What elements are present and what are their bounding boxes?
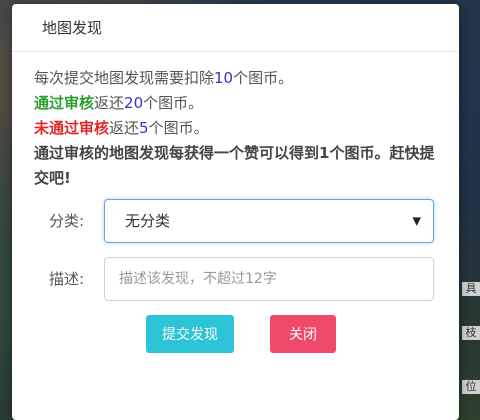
submit-discovery-button[interactable]: 提交发现 <box>146 315 234 353</box>
close-button[interactable]: 关闭 <box>270 315 336 353</box>
dialog-body: 每次提交地图发现需要扣除10个图币。 通过审核返还20个图币。 未通过审核返还5… <box>12 52 459 301</box>
description-label: 描述: <box>48 269 84 288</box>
map-side-tag: 位 <box>462 380 480 394</box>
dialog-header: 地图发现 <box>12 4 459 52</box>
rejected-info-line: 未通过审核返还5个图币。 <box>34 116 439 141</box>
category-select[interactable]: 无分类 ▼ <box>104 199 434 243</box>
map-side-tag: 枝 <box>462 326 480 340</box>
cost-text-prefix: 每次提交地图发现需要扣除 <box>34 69 215 87</box>
rejected-text-suffix: 个图币。 <box>148 119 209 137</box>
approved-info-line: 通过审核返还20个图币。 <box>34 91 439 116</box>
rejected-amount: 5 <box>139 119 149 137</box>
cost-info-line: 每次提交地图发现需要扣除10个图币。 <box>34 66 439 91</box>
category-label: 分类: <box>48 211 84 230</box>
reward-note: 通过审核的地图发现每获得一个赞可以得到1个图币。赶快提交吧! <box>34 144 435 187</box>
cost-amount: 10 <box>214 69 234 87</box>
map-discovery-dialog: 地图发现 每次提交地图发现需要扣除10个图币。 通过审核返还20个图币。 未通过… <box>12 4 459 420</box>
approved-text-mid: 返还 <box>94 94 125 112</box>
rejected-label: 未通过审核 <box>34 119 110 137</box>
cost-text-suffix: 个图币。 <box>233 69 294 87</box>
rejected-text-mid: 返还 <box>109 119 140 137</box>
caret-down-icon: ▼ <box>412 214 421 228</box>
dialog-actions: 提交发现 关闭 <box>12 315 459 353</box>
approved-amount: 20 <box>124 94 144 112</box>
category-row: 分类: 无分类 ▼ <box>34 199 439 243</box>
map-side-tag: 具 <box>462 282 480 296</box>
approved-text-suffix: 个图币。 <box>143 94 204 112</box>
description-row: 描述: <box>34 257 439 301</box>
category-selected-value: 无分类 <box>125 211 171 230</box>
dialog-title: 地图发现 <box>42 19 103 37</box>
approved-label: 通过审核 <box>34 94 95 112</box>
description-input[interactable] <box>104 257 434 301</box>
